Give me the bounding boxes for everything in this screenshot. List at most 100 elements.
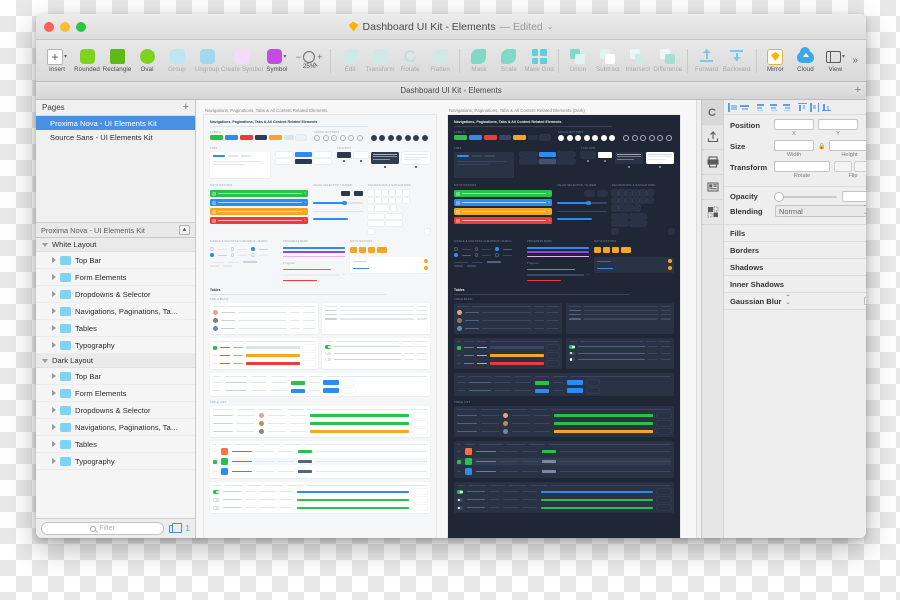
shadows-section[interactable]: Shadows + xyxy=(724,259,866,276)
export-icon[interactable] xyxy=(702,125,723,150)
gaussian-blur-section[interactable]: Gaussian Blur ⌃ ⌄ xyxy=(724,293,866,310)
toolbar-rounded[interactable]: Rounded xyxy=(72,48,102,73)
chevron-right-icon[interactable] xyxy=(52,342,56,348)
layer-item-top-bar-dark[interactable]: Top Bar xyxy=(36,368,195,385)
position-y-input[interactable] xyxy=(818,119,858,130)
toolbar-scale[interactable]: Scale xyxy=(494,48,524,73)
align-right-icon[interactable] xyxy=(756,103,767,112)
flip-vertical-button[interactable] xyxy=(854,161,866,172)
toolbar-transform[interactable]: Transform xyxy=(365,48,395,73)
layer-item-typography-dark[interactable]: Typography xyxy=(36,453,195,470)
toolbar-insert[interactable]: + ▾ Insert xyxy=(42,48,72,73)
collapse-pages-button[interactable]: ▲ xyxy=(179,225,190,235)
layer-item-tables-dark[interactable]: Tables xyxy=(36,436,195,453)
chevron-right-icon[interactable] xyxy=(52,291,56,297)
inner-shadows-section[interactable]: Inner Shadows + xyxy=(724,276,866,293)
position-x-input[interactable] xyxy=(774,119,814,130)
chevron-down-icon[interactable] xyxy=(42,358,48,363)
opacity-slider[interactable] xyxy=(775,192,837,201)
toolbar-difference[interactable]: Difference xyxy=(653,48,683,73)
chevron-right-icon[interactable] xyxy=(52,257,56,263)
print-icon[interactable] xyxy=(702,150,723,175)
toolbar-intersect[interactable]: Intersect xyxy=(623,48,653,73)
toolbar-ungroup[interactable]: Ungroup xyxy=(192,48,222,73)
artboard-name-light[interactable]: Navigations, Paginations, Tabs & All Con… xyxy=(204,108,436,115)
close-window-button[interactable] xyxy=(44,21,54,32)
chevron-right-icon[interactable] xyxy=(52,325,56,331)
align-top-icon[interactable] xyxy=(768,103,779,112)
layer-item-top-bar[interactable]: Top Bar xyxy=(36,252,195,269)
chevron-right-icon[interactable] xyxy=(52,274,56,280)
grid-icon[interactable] xyxy=(702,200,723,225)
artboard-light[interactable]: Navigations, Paginations, Tabs & All Con… xyxy=(204,115,436,538)
chevron-down-icon[interactable] xyxy=(42,242,48,247)
layer-group-dark-layout[interactable]: Dark Layout xyxy=(36,354,195,368)
size-height-input[interactable] xyxy=(829,140,866,151)
toolbar-forward[interactable]: Forward xyxy=(692,48,722,73)
toolbar-view[interactable]: ▾ View xyxy=(820,48,850,73)
blending-select[interactable]: Normal ⌃ ⌄ xyxy=(775,205,866,217)
chevron-right-icon[interactable] xyxy=(52,407,56,413)
layer-group-white-layout[interactable]: White Layout xyxy=(36,238,195,252)
layer-item-dropdowns-selector-dark[interactable]: Dropdowns & Selector xyxy=(36,402,195,419)
align-bottom-icon[interactable] xyxy=(797,102,808,112)
toolbar-cloud[interactable]: Cloud xyxy=(790,46,820,73)
toolbar-oval[interactable]: Oval xyxy=(132,48,162,73)
page-item-source-sans[interactable]: Source Sans - UI Elements Kit xyxy=(36,130,195,144)
toolbar-symbol[interactable]: ▾ Symbol xyxy=(262,48,292,73)
toolbar-flatten[interactable]: Flatten xyxy=(425,48,455,73)
layer-item-navigations[interactable]: Navigations, Paginations, Ta… xyxy=(36,303,195,320)
sketch-cloud-icon[interactable]: C xyxy=(702,100,723,125)
add-page-button[interactable]: + xyxy=(183,102,189,113)
maximize-window-button[interactable] xyxy=(76,21,86,32)
toolbar-create-symbol[interactable]: Create Symbol xyxy=(221,48,263,73)
layer-filter-input[interactable]: Filter xyxy=(41,522,165,535)
fills-section[interactable]: Fills + xyxy=(724,225,866,242)
layer-item-navigations-dark[interactable]: Navigations, Paginations, Ta… xyxy=(36,419,195,436)
chevron-right-icon[interactable] xyxy=(52,441,56,447)
layer-item-form-elements[interactable]: Form Elements xyxy=(36,269,195,286)
chevron-down-icon[interactable]: ⌄ xyxy=(547,22,554,31)
toolbar-rectangle[interactable]: Rectangle xyxy=(102,48,132,73)
distribute-vertical-icon[interactable] xyxy=(821,103,832,112)
lock-icon[interactable]: 🔒 xyxy=(818,140,825,150)
size-width-input[interactable] xyxy=(774,140,814,151)
blur-type-stepper-icon[interactable]: ⌃ ⌄ xyxy=(785,295,790,307)
toolbar-mask[interactable]: Mask xyxy=(464,48,494,73)
toolbar-group[interactable]: Group xyxy=(162,48,192,73)
borders-section[interactable]: Borders + xyxy=(724,242,866,259)
toolbar-rotate[interactable]: Rotate xyxy=(395,48,425,73)
chevron-right-icon[interactable] xyxy=(52,308,56,314)
align-left-icon[interactable] xyxy=(727,102,738,112)
flip-horizontal-button[interactable] xyxy=(834,161,852,172)
layout-icon[interactable] xyxy=(702,175,723,200)
page-item-proxima-nova[interactable]: Proxima Nova - UI Elements Kit xyxy=(36,116,195,130)
rotate-input[interactable] xyxy=(774,161,830,172)
layer-item-dropdowns-selector[interactable]: Dropdowns & Selector xyxy=(36,286,195,303)
zoom-control[interactable]: − + 25% xyxy=(292,51,327,70)
canvas-area[interactable]: Navigations, Paginations, Tabs & All Con… xyxy=(196,100,701,538)
toolbar-overflow-button[interactable]: » xyxy=(852,55,858,66)
artboard-name-dark[interactable]: Navigations, Paginations, Tabs & All Con… xyxy=(448,108,680,115)
minimize-window-button[interactable] xyxy=(60,21,70,32)
toolbar-edit[interactable]: Edit xyxy=(335,48,365,73)
zoom-out-button[interactable]: − xyxy=(296,52,301,62)
magnifier-icon[interactable] xyxy=(303,51,316,63)
layer-item-form-elements-dark[interactable]: Form Elements xyxy=(36,385,195,402)
chevron-right-icon[interactable] xyxy=(52,390,56,396)
toolbar-backward[interactable]: Backward xyxy=(722,48,752,73)
gaussian-blur-checkbox[interactable] xyxy=(864,297,866,305)
toolbar-make-grid[interactable]: Make Grid xyxy=(524,48,554,73)
canvas-scrollbar[interactable] xyxy=(696,100,701,538)
new-tab-button[interactable]: + xyxy=(855,85,861,96)
duplicate-icon[interactable] xyxy=(169,523,183,533)
chevron-right-icon[interactable] xyxy=(52,373,56,379)
distribute-horizontal-icon[interactable] xyxy=(809,102,820,112)
align-middle-icon[interactable] xyxy=(780,103,791,112)
chevron-right-icon[interactable] xyxy=(52,424,56,430)
toolbar-mirror[interactable]: Mirror xyxy=(760,48,790,73)
tab-dashboard-ui-kit[interactable]: Dashboard UI Kit - Elements xyxy=(36,86,866,95)
artboard-dark[interactable]: Navigations, Paginations, Tabs & All Con… xyxy=(448,115,680,538)
chevron-right-icon[interactable] xyxy=(52,458,56,464)
toolbar-union[interactable]: Union xyxy=(563,48,593,73)
